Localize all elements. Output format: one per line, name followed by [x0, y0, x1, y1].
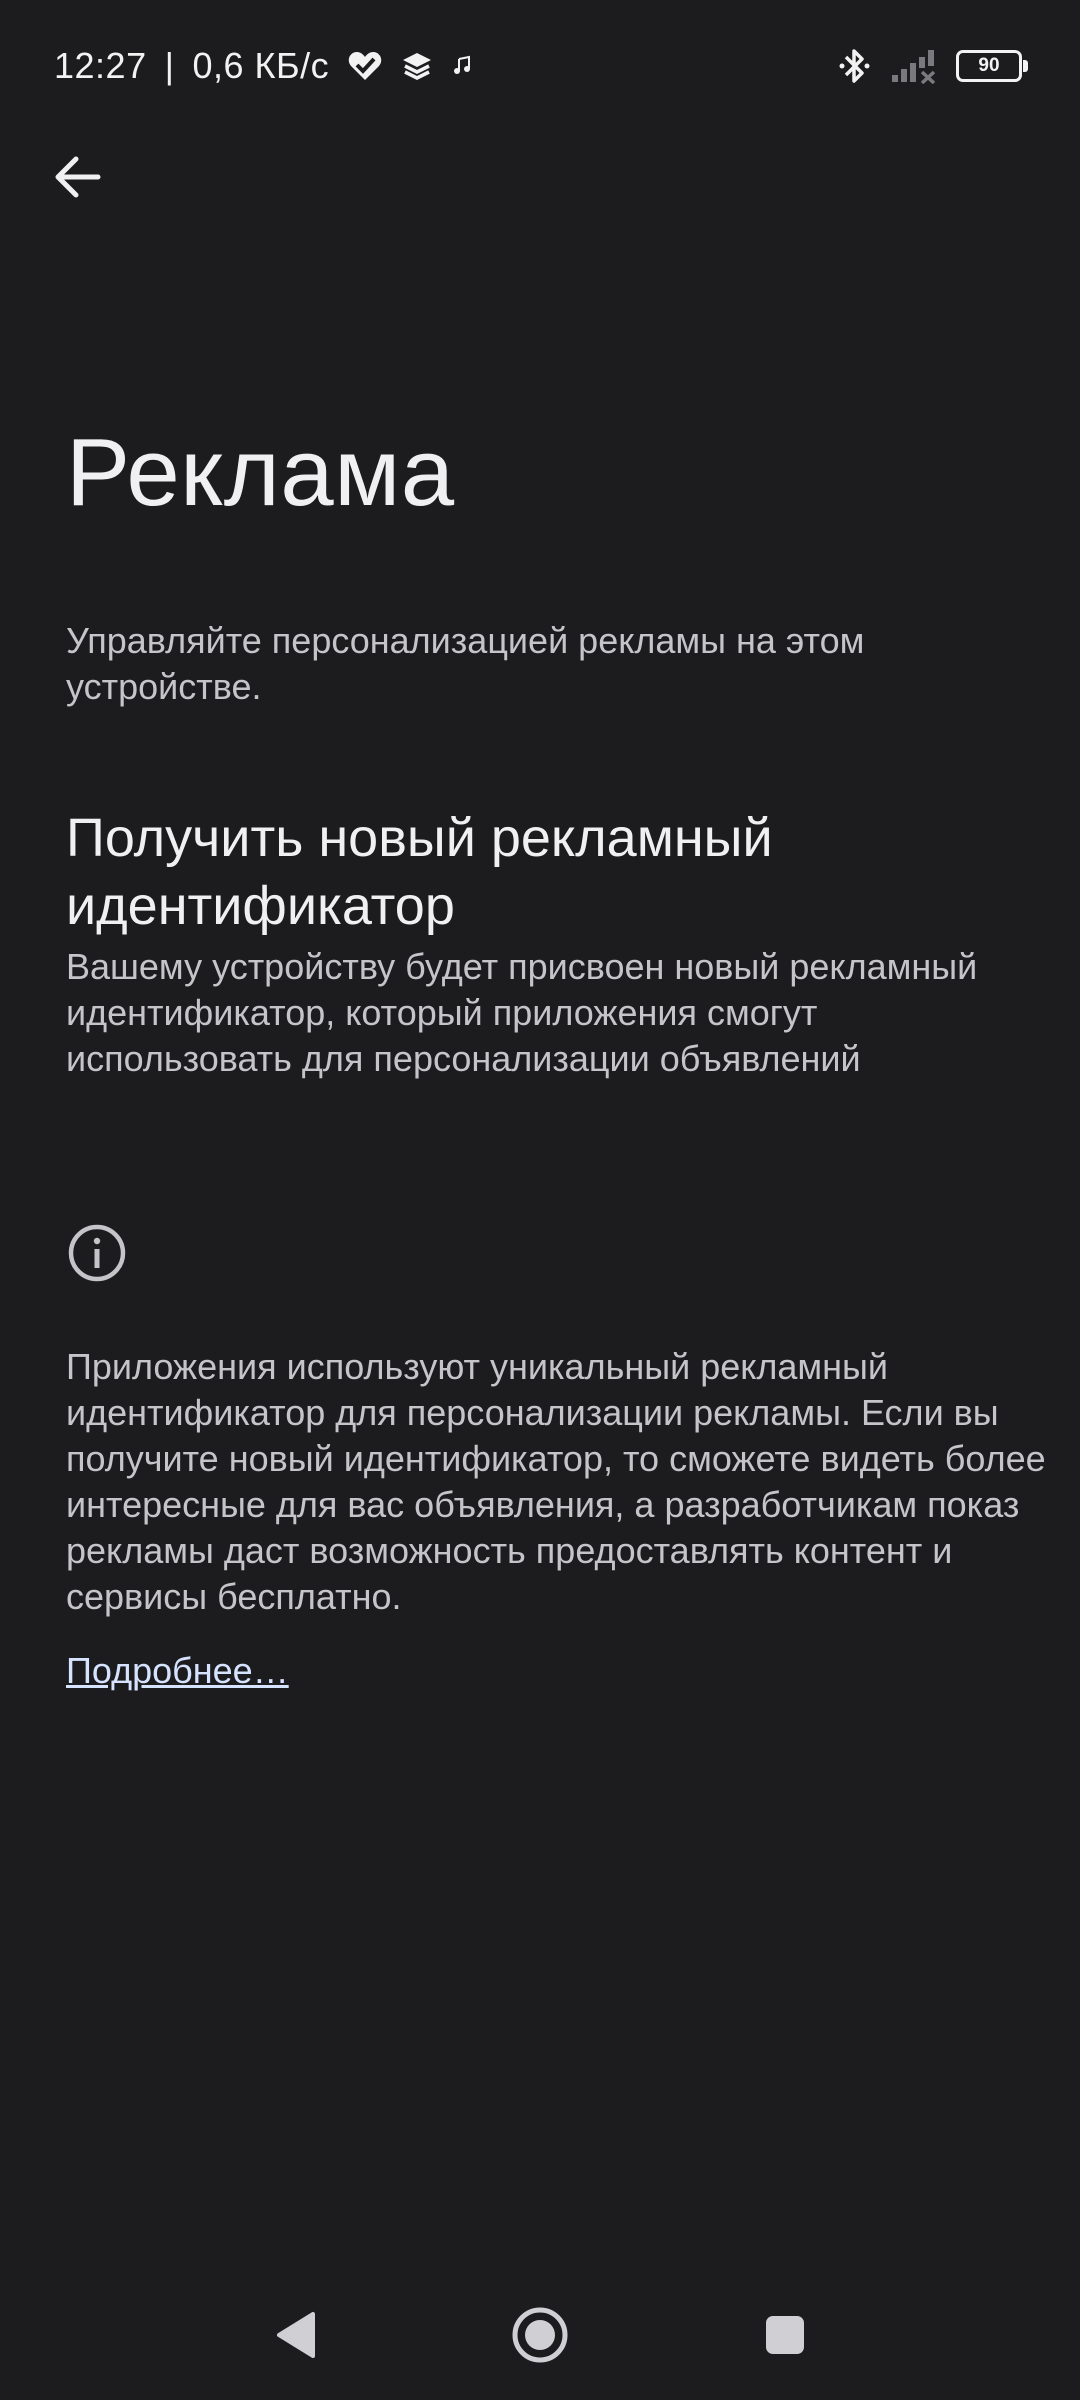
status-left: 12:27 | 0,6 КБ/с [54, 42, 473, 90]
music-note-icon [451, 55, 473, 77]
battery-level: 90 [978, 55, 1000, 76]
nav-back-icon [277, 2312, 315, 2358]
arrow-back-icon [55, 156, 101, 198]
network-speed: 0,6 КБ/с [192, 45, 330, 86]
layers-icon [401, 51, 433, 81]
status-separator: | [164, 45, 175, 86]
nav-back-button[interactable] [240, 2280, 350, 2390]
learn-more-link[interactable]: Подробнее… [66, 1648, 289, 1694]
heart-check-icon [347, 50, 383, 82]
reset-ad-id-summary: Вашему устройству будет присвоен новый р… [66, 946, 978, 1079]
info-text: Приложения используют уникальный рекламн… [66, 1346, 1046, 1617]
back-button[interactable] [44, 144, 110, 210]
status-time: 12:27 [54, 45, 147, 86]
status-bar: 12:27 | 0,6 КБ/с 90 [0, 0, 1080, 132]
reset-ad-id-item[interactable]: Получить новый рекламный идентификатор В… [66, 804, 1046, 1082]
status-right: 90 [838, 42, 1028, 90]
info-icon [66, 1222, 128, 1284]
navigation-bar [0, 2280, 1080, 2390]
bluetooth-icon [838, 46, 872, 86]
nav-home-icon [512, 2307, 568, 2363]
page-subtitle: Управляйте персонализацией рекламы на эт… [66, 620, 865, 707]
nav-home-button[interactable] [485, 2280, 595, 2390]
page-title: Реклама [66, 419, 455, 526]
battery-icon: 90 [956, 50, 1028, 82]
nav-recents-button[interactable] [730, 2280, 840, 2390]
reset-ad-id-title: Получить новый рекламный идентификатор [66, 808, 773, 936]
nav-recents-icon [766, 2316, 804, 2354]
signal-no-service-icon [890, 48, 938, 84]
